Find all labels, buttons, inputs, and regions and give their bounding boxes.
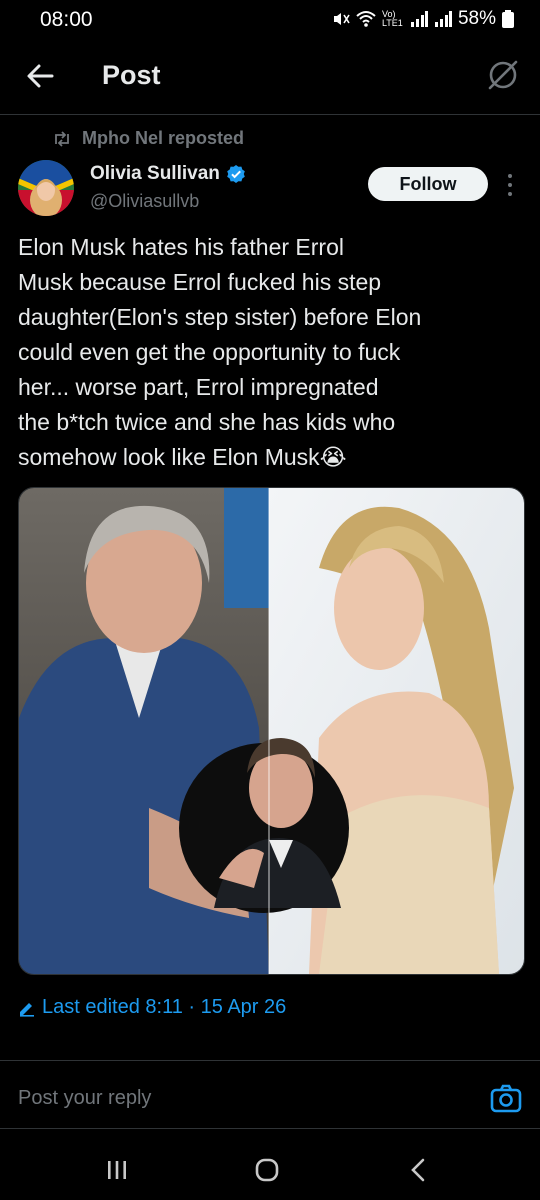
recent-apps-icon[interactable]	[100, 1153, 134, 1187]
camera-icon[interactable]	[490, 1083, 522, 1113]
repost-label: Mpho Nel reposted	[82, 128, 245, 148]
status-icons: Vo) LTE1 58%	[332, 8, 514, 30]
header-divider	[0, 114, 540, 115]
page-title: Post	[102, 60, 161, 90]
back-nav-icon[interactable]	[402, 1153, 436, 1187]
last-edited-label: Last edited 8:11 · 15 Apr 26	[42, 996, 287, 1018]
system-nav-bar	[0, 1135, 540, 1200]
reply-divider	[0, 1060, 540, 1061]
home-icon[interactable]	[250, 1153, 284, 1187]
signal-icon	[410, 11, 428, 27]
follow-button[interactable]: Follow	[368, 167, 488, 201]
signal-icon-2	[434, 11, 452, 27]
back-arrow-icon[interactable]	[22, 58, 58, 94]
mute-icon	[333, 13, 350, 25]
last-edited[interactable]: Last edited 8:11 · 15 Apr 26	[18, 996, 286, 1019]
navbar-divider	[0, 1128, 540, 1129]
reply-input[interactable]: Post your reply	[18, 1087, 151, 1110]
author-name-row[interactable]: Olivia Sullivan	[90, 163, 246, 185]
author-handle[interactable]: @Oliviasullvb	[90, 191, 199, 212]
pencil-icon	[20, 1002, 34, 1017]
grok-icon[interactable]	[486, 58, 520, 92]
author-name[interactable]: Olivia Sullivan	[90, 163, 220, 185]
repost-icon	[55, 130, 69, 147]
collage-image	[19, 488, 524, 974]
battery-level: 58%	[457, 8, 496, 29]
post-text: Elon Musk hates his father Errol Musk be…	[18, 234, 422, 470]
avatar-image	[18, 160, 74, 216]
app-bar: Post	[0, 44, 540, 110]
battery-icon	[502, 10, 514, 28]
repost-indicator[interactable]: Mpho Nel reposted	[52, 128, 244, 149]
status-bar: 08:00 Vo) LTE1 58%	[0, 0, 540, 40]
avatar[interactable]	[18, 160, 74, 216]
status-time: 08:00	[40, 8, 93, 31]
post-image[interactable]	[18, 487, 525, 975]
more-options-icon[interactable]	[504, 172, 516, 198]
wifi-icon	[356, 11, 376, 27]
verified-badge-icon	[227, 165, 245, 183]
network-label: Vo) LTE1	[381, 9, 403, 28]
